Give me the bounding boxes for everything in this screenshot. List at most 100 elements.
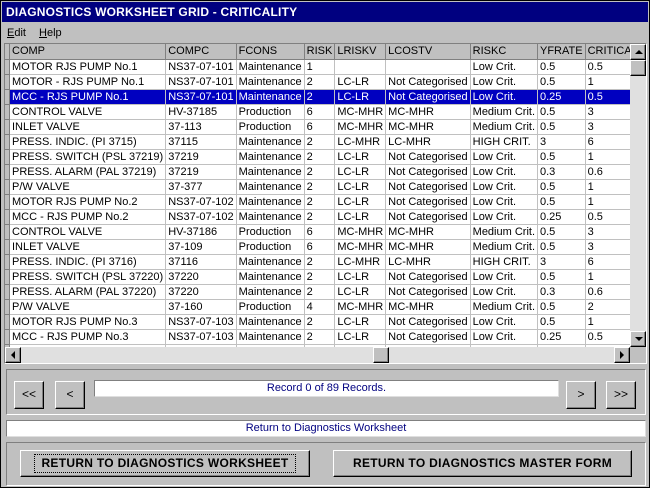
cell-riskc[interactable]: Low Crit.	[470, 329, 539, 345]
cell-critical[interactable]: 1	[585, 179, 630, 195]
cell-compc[interactable]: NS37-07-101	[165, 89, 237, 105]
cell-fcons[interactable]: Maintenance	[236, 134, 305, 150]
cell-comp[interactable]: PRESS. ALARM (PAL 37220)	[9, 284, 167, 300]
table-row[interactable]: PRESS. INDIC. (PI 3716) 37116 Maintenance 2…	[5, 254, 630, 270]
column-header-lriskv[interactable]: LRISKV	[334, 44, 387, 60]
row-selector[interactable]	[5, 74, 10, 90]
scroll-up-button[interactable]	[630, 44, 646, 60]
cell-risk[interactable]: 2	[304, 164, 336, 180]
cell-compc[interactable]: NS37-07-103	[165, 329, 237, 345]
cell-comp[interactable]: MCC - RJS PUMP No.1	[9, 89, 167, 105]
cell-fcons[interactable]: Production	[236, 224, 305, 240]
horizontal-scroll-thumb[interactable]	[373, 347, 389, 363]
cell-critical[interactable]: 3	[585, 104, 630, 120]
row-selector[interactable]	[5, 149, 10, 165]
cell-lriskv[interactable]: LC-LR	[334, 179, 387, 195]
row-selector[interactable]	[5, 119, 10, 135]
cell-lcostv[interactable]: LC-MHR	[385, 134, 471, 150]
cell-comp[interactable]: MOTOR RJS PUMP No.3	[9, 314, 167, 330]
cell-lcostv[interactable]: Not Categorised	[385, 164, 471, 180]
cell-yfrate[interactable]: 0.5	[537, 314, 586, 330]
table-row[interactable]: PRESS. SWITCH (PSL 37220) 37220 Maintenanc…	[5, 269, 630, 285]
cell-risk[interactable]: 2	[304, 74, 336, 90]
cell-riskc[interactable]: Low Crit.	[470, 179, 539, 195]
cell-lriskv[interactable]: MC-MHR	[334, 224, 387, 240]
cell-critical[interactable]: 0.5	[585, 209, 630, 225]
cell-lriskv[interactable]: MC-MHR	[334, 119, 387, 135]
cell-critical[interactable]: 0.5	[585, 329, 630, 345]
cell-critical[interactable]: 1	[585, 74, 630, 90]
cell-riskc[interactable]: Medium Crit.	[470, 224, 539, 240]
cell-lcostv[interactable]: Not Categorised	[385, 269, 471, 285]
row-selector[interactable]	[5, 314, 10, 330]
cell-risk[interactable]: 2	[304, 269, 336, 285]
cell-lcostv[interactable]: Not Categorised	[385, 74, 471, 90]
cell-compc[interactable]: 37219	[165, 149, 237, 165]
cell-comp[interactable]: PRESS. ALARM (PAL 37219)	[9, 164, 167, 180]
cell-comp[interactable]: MCC - RJS PUMP No.3	[9, 329, 167, 345]
cell-lcostv[interactable]: Not Categorised	[385, 314, 471, 330]
column-header-lcostv[interactable]: LCOSTV	[385, 44, 471, 60]
cell-risk[interactable]: 6	[304, 224, 336, 240]
cell-compc[interactable]: HV-37185	[165, 104, 237, 120]
table-row[interactable]: MOTOR RJS PUMP No.2 NS37-07-102 Maintenanc…	[5, 194, 630, 210]
column-header-riskc[interactable]: RISKC	[470, 44, 539, 60]
cell-yfrate[interactable]: 0.5	[537, 59, 586, 75]
row-selector[interactable]	[5, 134, 10, 150]
row-selector[interactable]	[5, 329, 10, 345]
cell-risk[interactable]: 6	[304, 239, 336, 255]
table-row[interactable]: CONTROL VALVE HV-37185 Production 6 MC-MHR MC…	[5, 104, 630, 120]
column-header-risk[interactable]: RISK	[304, 44, 336, 60]
cell-comp[interactable]: P/W VALVE	[9, 179, 167, 195]
cell-compc[interactable]: NS37-07-101	[165, 59, 237, 75]
cell-critical[interactable]: 1	[585, 194, 630, 210]
cell-riskc[interactable]: Low Crit.	[470, 284, 539, 300]
cell-yfrate[interactable]: 0.5	[537, 299, 586, 315]
cell-lriskv[interactable]: LC-MHR	[334, 134, 387, 150]
last-record-button[interactable]: >>	[606, 381, 636, 409]
cell-riskc[interactable]: Low Crit.	[470, 164, 539, 180]
row-selector[interactable]	[5, 59, 10, 75]
table-row[interactable]: INLET VALVE 37-109 Production 6 MC-MHR MC-MHR…	[5, 239, 630, 255]
cell-critical[interactable]: 1	[585, 149, 630, 165]
cell-comp[interactable]: MCC - RJS PUMP No.2	[9, 209, 167, 225]
cell-lriskv[interactable]: LC-LR	[334, 149, 387, 165]
row-selector[interactable]	[5, 224, 10, 240]
cell-yfrate[interactable]: 0.5	[537, 74, 586, 90]
cell-riskc[interactable]: HIGH CRIT.	[470, 134, 539, 150]
cell-critical[interactable]: 0.5	[585, 89, 630, 105]
cell-fcons[interactable]: Maintenance	[236, 149, 305, 165]
cell-lcostv[interactable]	[385, 59, 471, 75]
cell-fcons[interactable]: Maintenance	[236, 89, 305, 105]
row-selector[interactable]	[5, 299, 10, 315]
cell-critical[interactable]: 0.6	[585, 284, 630, 300]
cell-lcostv[interactable]: MC-MHR	[385, 119, 471, 135]
cell-yfrate[interactable]: 3	[537, 134, 586, 150]
column-header-fcons[interactable]: FCONS	[236, 44, 305, 60]
cell-yfrate[interactable]: 0.3	[537, 284, 586, 300]
cell-yfrate[interactable]: 0.5	[537, 194, 586, 210]
cell-comp[interactable]: PRESS. INDIC. (PI 3715)	[9, 134, 167, 150]
cell-lcostv[interactable]: Not Categorised	[385, 284, 471, 300]
row-selector[interactable]	[5, 269, 10, 285]
cell-fcons[interactable]: Maintenance	[236, 194, 305, 210]
cell-fcons[interactable]: Maintenance	[236, 269, 305, 285]
cell-fcons[interactable]: Production	[236, 119, 305, 135]
cell-critical[interactable]: 1	[585, 314, 630, 330]
cell-comp[interactable]: MOTOR RJS PUMP No.2	[9, 194, 167, 210]
vertical-scroll-thumb[interactable]	[630, 60, 646, 76]
column-header-critical[interactable]: CRITICAL	[585, 44, 630, 60]
data-grid[interactable]: COMP COMPC FCONS RISK LRISKV LCOSTV RISK…	[4, 43, 647, 364]
cell-risk[interactable]: 2	[304, 89, 336, 105]
cell-risk[interactable]: 1	[304, 59, 336, 75]
cell-compc[interactable]: 37220	[165, 269, 237, 285]
cell-compc[interactable]: NS37-07-103	[165, 314, 237, 330]
cell-compc[interactable]: 37-377	[165, 179, 237, 195]
cell-yfrate[interactable]: 0.25	[537, 209, 586, 225]
cell-lcostv[interactable]: MC-MHR	[385, 299, 471, 315]
cell-compc[interactable]: 37-109	[165, 239, 237, 255]
cell-critical[interactable]: 3	[585, 239, 630, 255]
cell-compc[interactable]: NS37-07-102	[165, 209, 237, 225]
cell-lriskv[interactable]: LC-LR	[334, 209, 387, 225]
cell-comp[interactable]: CONTROL VALVE	[9, 224, 167, 240]
